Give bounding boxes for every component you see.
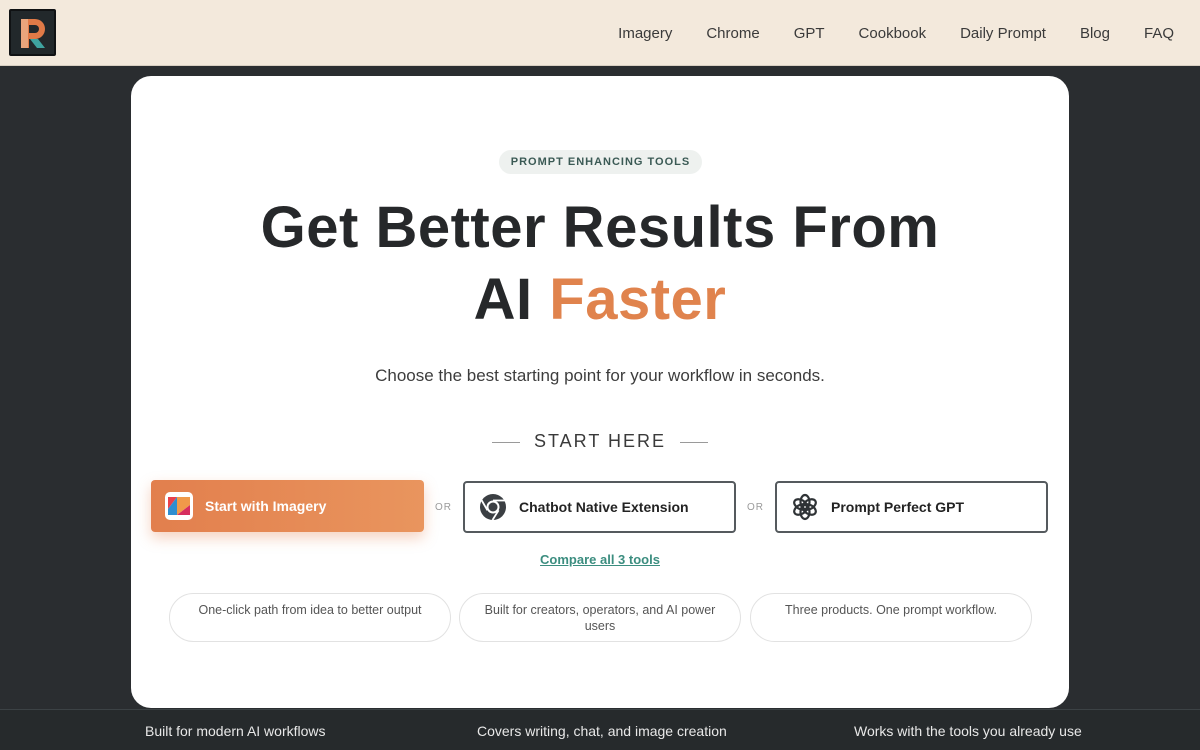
headline-accent-text: Faster (549, 267, 727, 332)
divider-right (680, 441, 709, 443)
nav-link-cookbook[interactable]: Cookbook (859, 25, 927, 42)
section-badge: PROMPT ENHANCING TOOLS (499, 150, 702, 174)
top-navbar: Imagery Chrome GPT Cookbook Daily Prompt… (0, 0, 1200, 66)
feature-pill-3: Three products. One prompt workflow. (750, 593, 1032, 642)
compare-tools-link[interactable]: Compare all 3 tools (131, 552, 1069, 567)
start-here-text: START HERE (533, 431, 667, 451)
chrome-icon (480, 494, 506, 521)
headline-line-1: Get Better Results From (260, 195, 940, 260)
or-separator-1: OR (435, 502, 452, 513)
main-nav: Imagery Chrome GPT Cookbook Daily Prompt… (584, 0, 1174, 66)
openai-icon (793, 493, 817, 521)
feature-pill-2: Built for creators, operators, and AI po… (459, 593, 741, 642)
start-with-imagery-button[interactable]: Start with Imagery (151, 480, 424, 532)
hero-headline: Get Better Results From AI Faster (131, 192, 1069, 336)
headline-line-2: AI Faster (131, 264, 1069, 336)
chrome-button-label: Chatbot Native Extension (519, 499, 689, 515)
divider-left (491, 441, 520, 443)
hero-subtitle: Choose the best starting point for your … (375, 366, 825, 385)
imagery-app-icon (165, 492, 193, 520)
value-prop-3: Works with the tools you already use (854, 723, 1082, 739)
value-prop-1: Built for modern AI workflows (145, 723, 326, 739)
or-separator-2: OR (747, 502, 764, 513)
nav-link-chrome[interactable]: Chrome (706, 25, 759, 42)
gpt-button-label: Prompt Perfect GPT (831, 499, 965, 515)
nav-link-gpt[interactable]: GPT (794, 25, 825, 42)
headline-plain-text: AI (473, 267, 533, 332)
value-prop-strip: Built for modern AI workflows Covers wri… (0, 709, 1200, 750)
brand-logo[interactable] (9, 9, 56, 56)
nav-link-blog[interactable]: Blog (1080, 25, 1110, 42)
nav-link-faq[interactable]: FAQ (1144, 25, 1174, 42)
nav-link-imagery[interactable]: Imagery (618, 25, 672, 42)
feature-pill-1: One-click path from idea to better outpu… (169, 593, 451, 642)
hero-card: PROMPT ENHANCING TOOLS Get Better Result… (131, 76, 1069, 708)
value-prop-2: Covers writing, chat, and image creation (477, 723, 727, 739)
logo-icon (11, 11, 54, 54)
nav-link-daily-prompt[interactable]: Daily Prompt (960, 25, 1046, 42)
imagery-button-label: Start with Imagery (205, 498, 327, 514)
chatbot-extension-button[interactable]: Chatbot Native Extension (463, 481, 736, 533)
start-here-label: START HERE (131, 431, 1069, 452)
prompt-perfect-gpt-button[interactable]: Prompt Perfect GPT (775, 481, 1048, 533)
